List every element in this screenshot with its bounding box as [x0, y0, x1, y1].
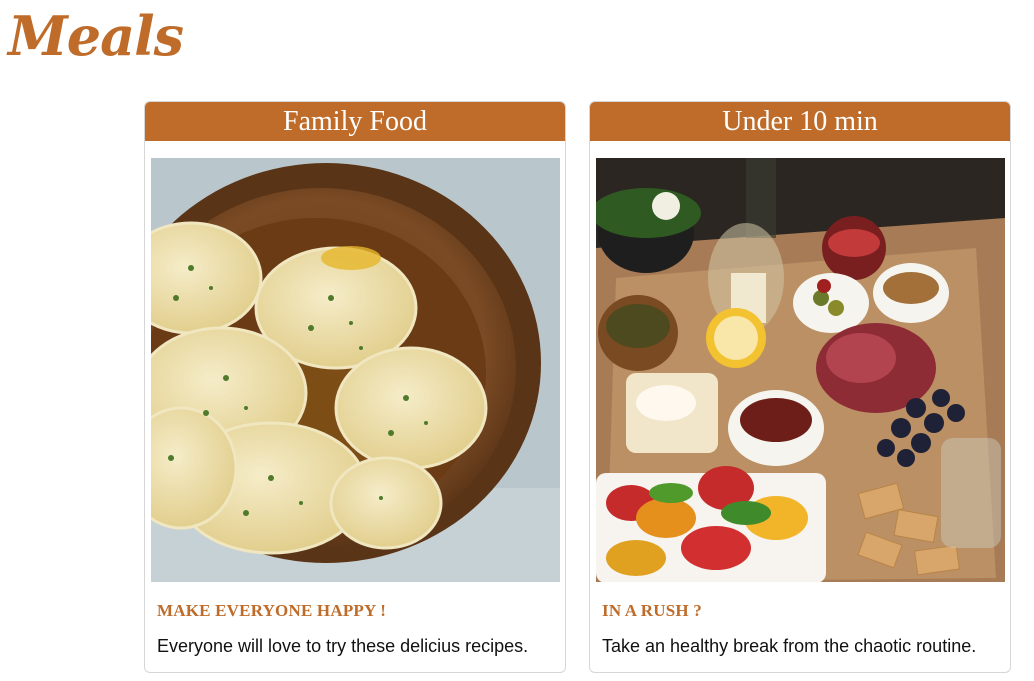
meals-logo: Meals [8, 4, 184, 68]
card-title: Under 10 min [590, 102, 1010, 141]
ravioli-bowl-image [151, 158, 560, 582]
charcuterie-board-image [596, 158, 1005, 582]
card-subtitle: MAKE EVERYONE HAPPY ! [157, 601, 387, 620]
card-description: Take an healthy break from the chaotic r… [602, 636, 977, 656]
meal-card-under-10-min[interactable]: Under 10 min IN A RUSH ? Take an healthy… [589, 101, 1011, 673]
card-subtitle: IN A RUSH ? [602, 601, 702, 620]
card-description: Everyone will love to try these delicius… [157, 636, 529, 656]
card-title: Family Food [145, 102, 565, 141]
meal-card-family-food[interactable]: Family Food MAKE EVERYONE HAPPY ! Everyo… [144, 101, 566, 673]
